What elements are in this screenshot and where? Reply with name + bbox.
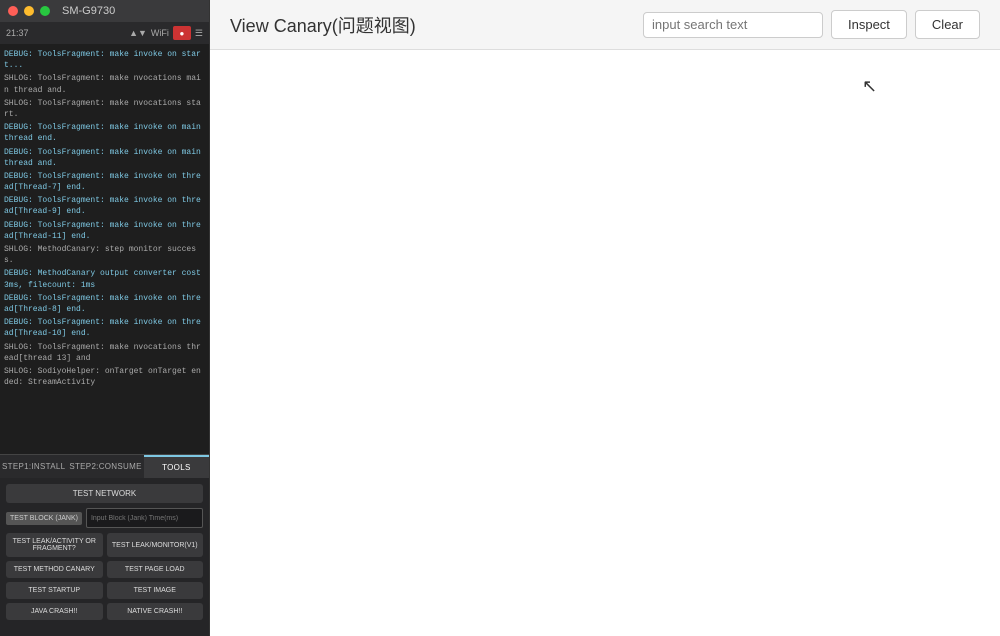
- tool-btn-native-crash--[interactable]: NATIVE CRASH!!: [107, 603, 204, 620]
- tools-panel: TEST NETWORK TEST BLOCK (JANK) TEST LEAK…: [0, 478, 209, 626]
- status-time: 21:37: [6, 28, 29, 38]
- tool-btn-test-method-canary[interactable]: TEST METHOD CANARY: [6, 561, 103, 578]
- log-line: DEBUG: ToolsFragment: make invoke on mai…: [4, 146, 205, 170]
- tool-btn-test-leak-activity-or-fragment-[interactable]: TEST LEAK/ACTIVITY OR FRAGMENT?: [6, 533, 103, 557]
- tool-buttons-grid: TEST LEAK/ACTIVITY OR FRAGMENT?TEST LEAK…: [6, 533, 203, 620]
- log-line: SHLOG: ToolsFragment: make nvocations th…: [4, 341, 205, 365]
- tab-step1-install[interactable]: STEP1:INSTALL: [0, 455, 67, 478]
- right-panel: View Canary(问题视图) 🔍 Inspect Clear ↖: [210, 0, 1000, 636]
- tab-step2-consume[interactable]: STEP2:CONSUME: [67, 455, 143, 478]
- tabs-row: STEP1:INSTALLSTEP2:CONSUMETOOLS: [0, 454, 209, 478]
- log-line: DEBUG: ToolsFragment: make invoke on mai…: [4, 121, 205, 145]
- test-network-button[interactable]: TEST NETWORK: [6, 484, 203, 503]
- tool-btn-test-image[interactable]: TEST IMAGE: [107, 582, 204, 599]
- status-icons: ▲▼ WiFi ● ☰: [129, 26, 203, 40]
- close-icon[interactable]: [8, 6, 18, 16]
- log-line: DEBUG: ToolsFragment: make invoke on sta…: [4, 48, 205, 72]
- block-leak-label: TEST BLOCK (JANK): [6, 512, 82, 525]
- signal-icon: ▲▼: [129, 28, 147, 38]
- device-name: SM-G9730: [62, 5, 115, 17]
- clear-button[interactable]: Clear: [915, 10, 980, 39]
- search-box[interactable]: 🔍: [643, 12, 823, 38]
- log-line: SHLOG: SodiyoHelper: onTarget onTarget e…: [4, 365, 205, 389]
- log-line: DEBUG: ToolsFragment: make invoke on thr…: [4, 316, 205, 340]
- wifi-icon: WiFi: [151, 28, 169, 38]
- log-line: DEBUG: MethodCanary output converter cos…: [4, 267, 205, 291]
- inspect-button[interactable]: Inspect: [831, 10, 907, 39]
- main-content: ↖: [210, 50, 1000, 636]
- tab-tools[interactable]: TOOLS: [144, 455, 209, 478]
- block-input[interactable]: [86, 508, 203, 528]
- page-title: View Canary(问题视图): [230, 12, 416, 38]
- phone-status-bar: 21:37 ▲▼ WiFi ● ☰: [0, 22, 209, 44]
- minimize-icon[interactable]: [24, 6, 34, 16]
- log-line: DEBUG: ToolsFragment: make invoke on thr…: [4, 194, 205, 218]
- phone-simulator: SM-G9730 21:37 ▲▼ WiFi ● ☰ DEBUG: ToolsF…: [0, 0, 210, 636]
- log-line: SHLOG: MethodCanary: step monitor succes…: [4, 243, 205, 267]
- log-area: DEBUG: ToolsFragment: make invoke on sta…: [0, 44, 209, 454]
- log-line: SHLOG: ToolsFragment: make nvocations st…: [4, 97, 205, 121]
- bottom-spacer: [0, 626, 209, 636]
- search-input[interactable]: [652, 17, 828, 32]
- log-line: SHLOG: ToolsFragment: make nvocations ma…: [4, 72, 205, 96]
- log-line: DEBUG: ToolsFragment: make invoke on thr…: [4, 170, 205, 194]
- block-input-row: TEST BLOCK (JANK): [6, 508, 203, 528]
- log-line: DEBUG: ToolsFragment: make invoke on thr…: [4, 219, 205, 243]
- tool-btn-test-leak-monitor-v1-[interactable]: TEST LEAK/MONITOR(V1): [107, 533, 204, 557]
- title-bar: SM-G9730: [0, 0, 209, 22]
- top-bar-actions: 🔍 Inspect Clear: [643, 10, 980, 39]
- tool-btn-java-crash--[interactable]: JAVA CRASH!!: [6, 603, 103, 620]
- tool-btn-test-page-load[interactable]: TEST PAGE LOAD: [107, 561, 204, 578]
- record-button[interactable]: ●: [173, 26, 191, 40]
- top-bar: View Canary(问题视图) 🔍 Inspect Clear: [210, 0, 1000, 50]
- cursor: ↖: [862, 76, 877, 97]
- tool-btn-test-startup[interactable]: TEST STARTUP: [6, 582, 103, 599]
- log-line: DEBUG: ToolsFragment: make invoke on thr…: [4, 292, 205, 316]
- menu-icon[interactable]: ☰: [195, 28, 203, 39]
- maximize-icon[interactable]: [40, 6, 50, 16]
